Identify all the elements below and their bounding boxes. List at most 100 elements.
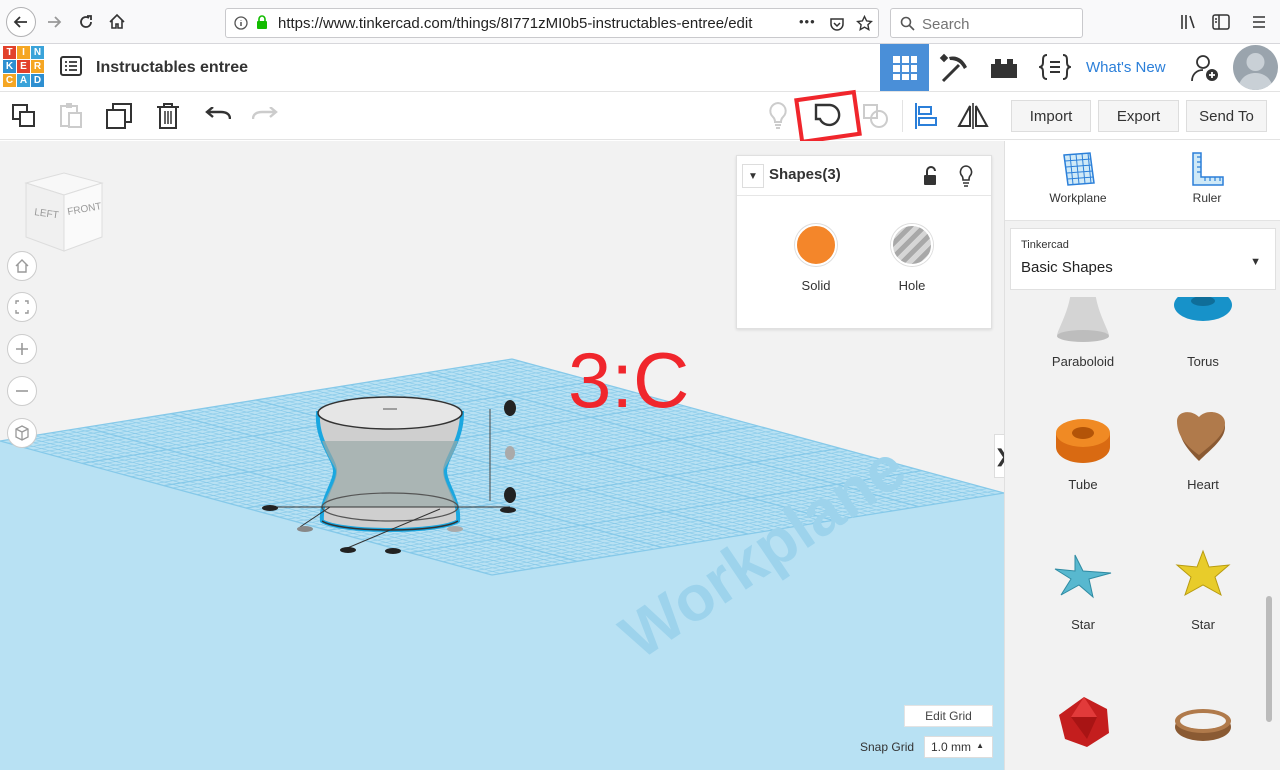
shape-library-select[interactable]: Tinkercad Basic Shapes ▼ xyxy=(1010,228,1276,290)
info-icon[interactable] xyxy=(234,16,248,30)
ruler-tool[interactable]: Ruler xyxy=(1167,151,1247,205)
view-cube[interactable]: LEFT FRONT xyxy=(22,171,104,253)
send-to-button[interactable]: Send To xyxy=(1186,100,1267,132)
reload-icon xyxy=(80,15,92,28)
ruler-icon xyxy=(1192,152,1224,186)
paste-button[interactable] xyxy=(55,100,87,132)
ungroup-button[interactable] xyxy=(860,100,892,132)
avatar[interactable] xyxy=(1233,45,1278,90)
reload-button[interactable] xyxy=(72,8,100,36)
show-all-button[interactable] xyxy=(762,100,794,132)
3d-view-button[interactable] xyxy=(880,44,929,91)
browser-search-input[interactable]: Search xyxy=(890,8,1083,38)
redo-button[interactable] xyxy=(249,100,281,132)
zoom-in-button[interactable] xyxy=(7,334,37,364)
shape-label: Star xyxy=(1071,617,1095,632)
copy-button[interactable] xyxy=(8,100,40,132)
workplane-grid-icon xyxy=(1063,152,1095,186)
browser-toolbar: https://www.tinkercad.com/things/8I771zM… xyxy=(0,0,1280,44)
solid-color-swatch[interactable] xyxy=(795,224,837,266)
logo-letter: I xyxy=(17,46,30,59)
design-list-icon[interactable] xyxy=(60,56,82,76)
sidebar-icon[interactable] xyxy=(1212,14,1230,30)
grid-view-icon xyxy=(892,55,917,80)
home-icon xyxy=(109,13,125,29)
shape-label: Torus xyxy=(1187,354,1219,369)
delete-button[interactable] xyxy=(152,100,184,132)
snap-caret-icon: ▲ xyxy=(976,741,984,750)
back-button[interactable] xyxy=(6,7,36,37)
app-header: TIN KER CAD Instructables entree What's Ne… xyxy=(0,44,1280,92)
invite-user-button[interactable] xyxy=(1183,44,1227,91)
lock-icon xyxy=(257,15,267,29)
export-button[interactable]: Export xyxy=(1098,100,1179,132)
undo-icon xyxy=(205,107,231,120)
star-teal-icon xyxy=(1054,554,1112,599)
unlock-icon[interactable] xyxy=(923,166,939,186)
inspector-header: ▼ Shapes(3) xyxy=(737,156,991,196)
edit-grid-button[interactable]: Edit Grid xyxy=(904,705,993,727)
align-button[interactable] xyxy=(910,100,942,132)
tube-icon xyxy=(1056,419,1110,463)
3d-viewport[interactable]: Workplane LEFT FRONT 3:C ▼ Shapes(3) Sol… xyxy=(0,141,1004,770)
bookmark-star-icon[interactable] xyxy=(856,15,873,32)
lightbulb-visibility-icon[interactable] xyxy=(958,165,974,187)
blocks-button[interactable] xyxy=(930,44,979,91)
search-icon xyxy=(900,16,915,31)
home-view-icon xyxy=(15,259,29,273)
plus-icon xyxy=(16,343,28,355)
shape-library-panel: Workplane Ruler Tinkercad Basic Shapes ▼… xyxy=(1004,141,1280,770)
library-name: Basic Shapes xyxy=(1021,259,1113,276)
tinkercad-logo[interactable]: TIN KER CAD xyxy=(3,46,46,89)
workplane-tool[interactable]: Workplane xyxy=(1038,151,1118,205)
mirror-button[interactable] xyxy=(957,100,989,132)
hole-swatch[interactable] xyxy=(891,224,933,266)
page-actions-icon[interactable]: ••• xyxy=(799,14,816,29)
home-view-button[interactable] xyxy=(7,251,37,281)
forward-button[interactable] xyxy=(40,8,68,36)
collapse-inspector-button[interactable]: ▼ xyxy=(742,164,764,188)
ring-icon xyxy=(1175,709,1231,741)
url-bar[interactable]: https://www.tinkercad.com/things/8I771zM… xyxy=(225,8,879,38)
logo-letter: A xyxy=(17,74,30,87)
library-scrollbar[interactable] xyxy=(1266,596,1272,722)
shape-label: Star xyxy=(1191,617,1215,632)
duplicate-button[interactable] xyxy=(103,100,135,132)
codeblocks-button[interactable] xyxy=(1030,44,1079,91)
url-text[interactable]: https://www.tinkercad.com/things/8I771zM… xyxy=(278,15,752,32)
hole-label: Hole xyxy=(898,278,926,293)
logo-letter: R xyxy=(31,60,44,73)
align-icon xyxy=(915,103,937,129)
pocket-icon[interactable] xyxy=(829,16,845,32)
perspective-button[interactable] xyxy=(7,418,37,448)
arrow-left-icon xyxy=(13,16,27,28)
collapse-panel-tab[interactable]: ❯ xyxy=(994,434,1004,478)
brick-icon xyxy=(990,58,1017,78)
undo-button[interactable] xyxy=(202,100,234,132)
user-avatar-icon xyxy=(1238,53,1273,90)
lightbulb-icon xyxy=(769,101,787,129)
library-icon[interactable] xyxy=(1180,14,1198,30)
bricks-button[interactable] xyxy=(979,44,1028,91)
menu-icon[interactable] xyxy=(1252,15,1266,29)
home-button[interactable] xyxy=(103,8,131,36)
design-title[interactable]: Instructables entree xyxy=(96,59,248,77)
workplane-tools: Workplane Ruler xyxy=(1005,141,1280,221)
logo-letter: N xyxy=(31,46,44,59)
import-button[interactable]: Import xyxy=(1011,100,1091,132)
star-yellow-icon xyxy=(1175,549,1231,597)
ungroup-shape-icon xyxy=(863,104,888,128)
solid-label: Solid xyxy=(801,278,831,293)
shape-label: Tube xyxy=(1068,477,1098,492)
mirror-icon xyxy=(957,103,989,129)
perspective-cube-icon xyxy=(15,425,29,441)
torus-icon xyxy=(1174,297,1232,321)
fit-view-button[interactable] xyxy=(7,292,37,322)
zoom-out-button[interactable] xyxy=(7,376,37,406)
snap-grid-select[interactable]: 1.0 mm ▲ xyxy=(924,736,993,758)
whats-new-link[interactable]: What's New xyxy=(1086,59,1166,76)
library-provider: Tinkercad xyxy=(1021,239,1069,251)
shape-label: Paraboloid xyxy=(1051,354,1115,369)
heart-icon xyxy=(1177,412,1225,461)
paraboloid-icon xyxy=(1057,297,1109,342)
